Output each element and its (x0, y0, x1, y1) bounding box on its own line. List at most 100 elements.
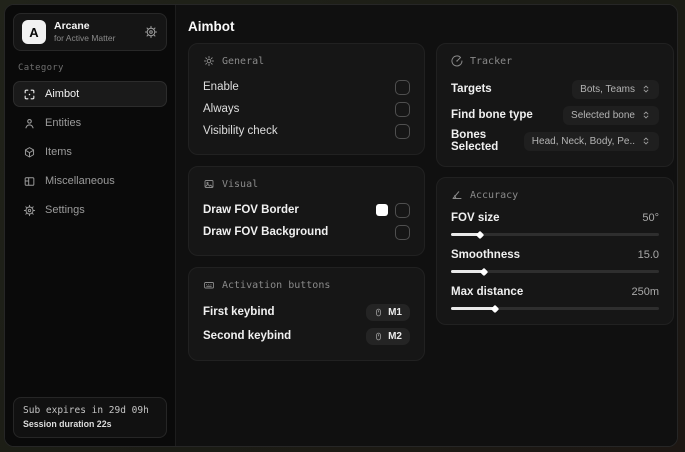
select-value: Selected bone (571, 109, 635, 121)
sidebar-item-miscellaneous[interactable]: Miscellaneous (13, 168, 167, 194)
sidebar-item-label: Aimbot (45, 88, 80, 100)
general-panel: General Enable Always Visibility check (188, 43, 425, 155)
panel-title: Tracker (470, 55, 513, 67)
select-value: Bots, Teams (580, 83, 635, 95)
app-name: Arcane (54, 20, 90, 33)
accuracy-panel: Accuracy FOV size 50° Smoothness 15.0 Ma… (436, 177, 674, 325)
fov-border-color-swatch[interactable] (376, 204, 388, 216)
find-bone-type-select[interactable]: Selected bone (563, 105, 659, 125)
sidebar-item-settings[interactable]: Settings (13, 197, 167, 223)
panel-title: General (222, 55, 265, 67)
setting-label: Find bone type (451, 109, 533, 121)
setting-label: FOV size (451, 211, 500, 224)
bones-selected-select[interactable]: Head, Neck, Body, Pe.. (523, 131, 659, 151)
sidebar-item-label: Settings (45, 204, 85, 216)
panel-title: Accuracy (470, 189, 519, 201)
setting-row-bones-selected: Bones Selected Head, Neck, Body, Pe.. (451, 128, 659, 154)
slider-fill (451, 307, 495, 310)
setting-row-targets: Targets Bots, Teams (451, 76, 659, 102)
scan-crosshair-icon (24, 89, 35, 99)
setting-label: Draw FOV Background (203, 226, 329, 238)
cube-icon (24, 146, 35, 157)
setting-label: Visibility check (203, 125, 278, 137)
cheat-menu-window: A Arcane for Active Matter Category Aimb… (4, 4, 678, 447)
keyboard-icon (204, 282, 214, 289)
sun-icon (204, 56, 214, 66)
draw-fov-background-checkbox[interactable] (395, 224, 410, 240)
subscription-info-card: Sub expires in 29d 09h Session duration … (13, 396, 167, 438)
max-distance-slider[interactable] (451, 307, 659, 310)
setting-value: 250m (631, 285, 659, 298)
image-icon (204, 180, 214, 188)
keybind-value: M1 (388, 306, 402, 318)
setting-label: Draw FOV Border (203, 204, 299, 216)
slider-fill (451, 233, 481, 236)
right-column: Tracker Targets Bots, Teams Find bone ty… (436, 43, 674, 325)
always-checkbox[interactable] (395, 101, 410, 117)
left-column: General Enable Always Visibility check V… (188, 43, 425, 361)
sidebar-item-entities[interactable]: Entities (13, 110, 167, 136)
sidebar-nav: Aimbot Entities Items Miscellaneous Sett… (13, 81, 167, 223)
brand-card: A Arcane for Active Matter (13, 13, 167, 51)
setting-label: Smoothness (451, 248, 521, 261)
setting-row-visibility-check: Visibility check (203, 120, 410, 142)
setting-value: 50° (642, 211, 659, 224)
chevrons-up-down-icon (643, 85, 649, 93)
setting-row-draw-fov-border: Draw FOV Border (203, 199, 410, 221)
panel-title: Activation buttons (222, 279, 331, 291)
second-keybind-button[interactable]: M2 (366, 327, 410, 345)
setting-label: Max distance (451, 285, 524, 298)
setting-label: Targets (451, 83, 492, 95)
keybind-value: M2 (388, 330, 402, 342)
setting-row-find-bone-type: Find bone type Selected bone (451, 102, 659, 128)
enable-checkbox[interactable] (395, 79, 410, 95)
draw-fov-border-checkbox[interactable] (395, 202, 410, 218)
layout-icon (24, 176, 35, 186)
sub-expires-text: Sub expires in 29d 09h (23, 404, 149, 416)
angle-icon (452, 191, 462, 199)
gear-icon[interactable] (144, 25, 158, 39)
setting-label: Always (203, 103, 240, 115)
setting-label: First keybind (203, 306, 275, 318)
smoothness-slider[interactable] (451, 270, 659, 273)
sidebar-item-items[interactable]: Items (13, 139, 167, 165)
chevrons-up-down-icon (643, 111, 649, 119)
person-icon (25, 118, 34, 128)
page-title: Aimbot (188, 19, 235, 34)
setting-row-max-distance: Max distance 250m (451, 284, 659, 310)
sidebar-item-label: Items (45, 146, 72, 158)
setting-row-first-keybind: First keybind M1 (203, 300, 410, 324)
setting-label: Enable (203, 81, 239, 93)
activation-buttons-panel: Activation buttons First keybind M1 Seco… (188, 267, 425, 361)
setting-row-fov-size: FOV size 50° (451, 210, 659, 236)
chevrons-up-down-icon (643, 137, 649, 145)
app-subtitle: for Active Matter (54, 33, 116, 44)
setting-label: Second keybind (203, 330, 292, 342)
gear-icon (23, 204, 36, 216)
first-keybind-button[interactable]: M1 (366, 303, 410, 321)
setting-row-second-keybind: Second keybind M2 (203, 324, 410, 348)
setting-label: Bones Selected (451, 129, 499, 153)
select-value: Head, Neck, Body, Pe.. (531, 135, 635, 147)
app-logo: A (22, 20, 46, 44)
setting-value: 15.0 (637, 248, 659, 261)
sidebar-item-label: Entities (45, 117, 82, 129)
tracker-panel: Tracker Targets Bots, Teams Find bone ty… (436, 43, 674, 167)
sidebar-item-label: Miscellaneous (45, 175, 115, 187)
setting-row-smoothness: Smoothness 15.0 (451, 247, 659, 273)
setting-row-always: Always (203, 98, 410, 120)
sidebar: A Arcane for Active Matter Category Aimb… (5, 5, 176, 446)
mouse-icon (376, 308, 381, 316)
radar-icon (451, 55, 463, 67)
mouse-icon (376, 332, 381, 340)
fov-size-slider[interactable] (451, 233, 659, 236)
sidebar-item-aimbot[interactable]: Aimbot (13, 81, 167, 107)
visual-panel: Visual Draw FOV Border Draw FOV Backgrou… (188, 166, 425, 256)
setting-row-enable: Enable (203, 76, 410, 98)
targets-select[interactable]: Bots, Teams (572, 79, 659, 99)
panel-title: Visual (222, 178, 259, 190)
main-content: Aimbot General Enable Always Visibility … (176, 5, 677, 446)
category-label: Category (18, 63, 64, 73)
session-duration-text: Session duration 22s (23, 418, 112, 429)
visibility-check-checkbox[interactable] (395, 123, 410, 139)
